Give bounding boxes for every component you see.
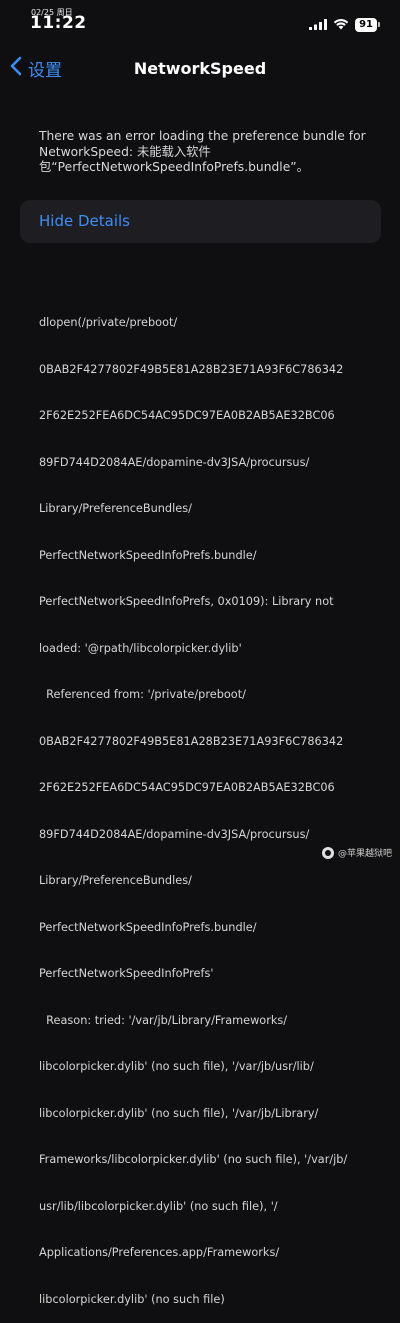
page-title: NetworkSpeed — [133, 59, 267, 78]
hide-details-label: Hide Details — [39, 212, 130, 230]
status-time: 11:22 — [30, 13, 87, 33]
details-line: 2F62E252FEA6DC54AC95DC97EA0B2AB5AE32BC06 — [39, 409, 335, 422]
details-line: Library/PreferenceBundles/ — [39, 502, 192, 515]
details-line: PerfectNetworkSpeedInfoPrefs.bundle/ — [39, 548, 257, 562]
details-line: Referenced from: '/private/preboot/ — [39, 688, 246, 701]
watermark-text: @苹果越狱吧 — [337, 849, 392, 859]
details-line: 2F62E252FEA6DC54AC95DC97EA0B2AB5AE32BC06 — [39, 781, 335, 794]
details-line: dlopen(/private/preboot/ — [39, 316, 178, 329]
cellular-signal-icon — [309, 15, 328, 34]
details-line: PerfectNetworkSpeedInfoPrefs.bundle/ — [39, 920, 257, 934]
battery-cap — [378, 22, 380, 27]
status-bar: 02/25 周日 11:22 91 — [0, 0, 400, 44]
status-icons: 91 — [309, 15, 380, 34]
details-line: libcolorpicker.dylib' (no such file), '/… — [39, 1060, 314, 1073]
details-line: Applications/Preferences.app/Frameworks/ — [39, 1246, 280, 1259]
details-line: libcolorpicker.dylib' (no such file), '/… — [39, 1106, 319, 1120]
hide-details-button[interactable]: Hide Details — [20, 200, 381, 243]
details-line: 0BAB2F4277802F49B5E81A28B23E71A93F6C7863… — [39, 362, 344, 376]
details-line: PerfectNetworkSpeedInfoPrefs, 0x0109): L… — [39, 595, 334, 608]
details-line: Library/PreferenceBundles/ — [39, 874, 192, 887]
details-line: 89FD744D2084AE/dopamine-dv3JSA/procursus… — [39, 827, 310, 841]
battery-indicator: 91 — [355, 17, 380, 32]
details-line: 0BAB2F4277802F49B5E81A28B23E71A93F6C7863… — [39, 734, 344, 748]
error-details: dlopen(/private/preboot/ 0BAB2F4277802F4… — [39, 284, 384, 1323]
weibo-logo-icon — [321, 846, 334, 859]
details-line: Frameworks/libcolorpicker.dylib' (no suc… — [39, 1153, 348, 1166]
watermark: @苹果越狱吧 — [321, 846, 392, 859]
navigation-bar: 设置 NetworkSpeed — [0, 50, 400, 86]
error-message: There was an error loading the preferenc… — [39, 129, 366, 174]
details-line: PerfectNetworkSpeedInfoPrefs' — [39, 967, 214, 980]
details-line: loaded: '@rpath/libcolorpicker.dylib' — [39, 641, 242, 655]
details-line: Reason: tried: '/var/jb/Library/Framewor… — [39, 1013, 288, 1027]
wifi-icon — [333, 15, 349, 34]
details-line: 89FD744D2084AE/dopamine-dv3JSA/procursus… — [39, 455, 310, 469]
battery-level: 91 — [355, 17, 377, 32]
details-line: libcolorpicker.dylib' (no such file) — [39, 1292, 225, 1306]
details-line: usr/lib/libcolorpicker.dylib' (no such f… — [39, 1199, 278, 1213]
